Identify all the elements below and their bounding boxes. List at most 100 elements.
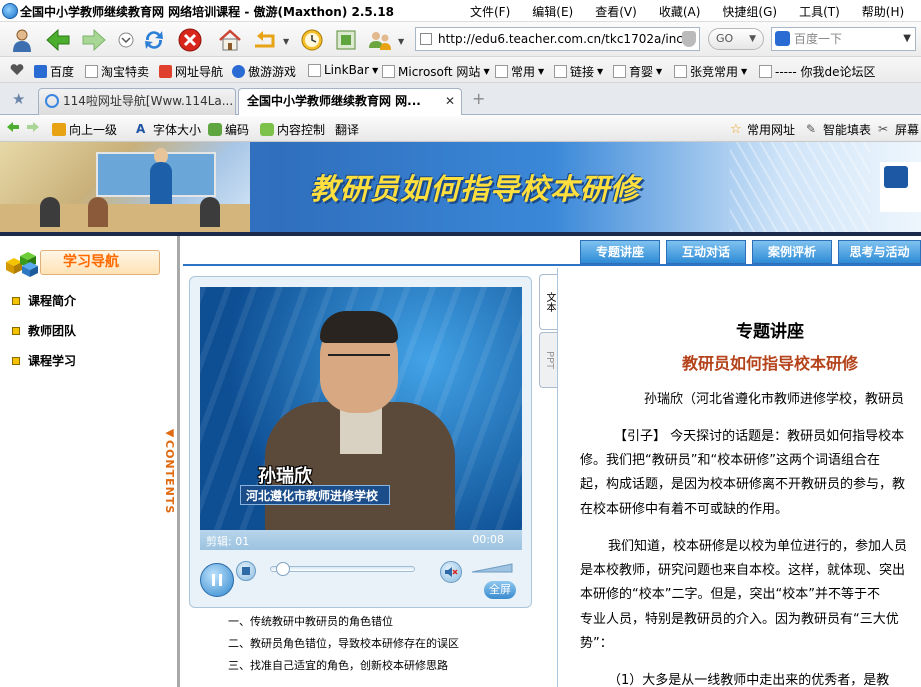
smart-fill-button[interactable]: ✎ 智能填表	[806, 121, 871, 138]
fullscreen-button[interactable]: 全屏	[484, 581, 516, 599]
fav-zhang[interactable]: 张竞常用 ▼	[674, 63, 747, 80]
search-dropdown-icon[interactable]: ▼	[903, 28, 911, 50]
content-control-button[interactable]: 内容控制	[260, 121, 325, 138]
chevron-down-icon: ▼	[741, 67, 748, 76]
nav-course-study[interactable]: 课程学习	[12, 352, 76, 369]
menu-file[interactable]: 文件(F)	[470, 3, 510, 20]
scissors-icon: ✂	[878, 122, 889, 136]
home-icon[interactable]	[216, 26, 244, 54]
tab-reflection[interactable]: 思考与活动	[838, 240, 921, 264]
menu-tools[interactable]: 工具(T)	[799, 3, 840, 20]
nav-header-label: 学习导航	[40, 250, 160, 275]
undo-close-icon[interactable]	[250, 26, 278, 54]
font-size-button[interactable]: A 字体大小	[136, 121, 201, 138]
nav-label: 教师团队	[28, 324, 77, 338]
menu-view[interactable]: 查看(V)	[595, 3, 637, 20]
fav-url-nav[interactable]: 网址导航	[159, 63, 223, 80]
translate-button[interactable]: 翻译	[335, 121, 359, 138]
fav-label: 淘宝特卖	[101, 65, 150, 79]
article-line: 【引子】 今天探讨的话题是：教研员如何指导校本	[614, 429, 905, 444]
mute-button[interactable]	[440, 561, 462, 583]
tab-dialogue[interactable]: 互动对话	[666, 240, 746, 264]
menu-edit[interactable]: 编辑(E)	[532, 3, 573, 20]
page-icon	[759, 65, 772, 78]
folder-up-icon	[52, 123, 66, 136]
fav-forum[interactable]: ----- 你我de论坛区	[759, 63, 875, 80]
fav-linkbar[interactable]: LinkBar ▼	[308, 63, 378, 77]
new-tab-icon[interactable]: +	[472, 89, 485, 108]
up-level-button[interactable]: 向上一级	[52, 121, 117, 138]
chevron-down-icon: ▼	[483, 67, 490, 76]
side-tab-ppt[interactable]: PPT	[539, 332, 559, 388]
fav-taobao[interactable]: 淘宝特卖	[85, 63, 149, 80]
volume-slider[interactable]	[472, 563, 517, 573]
favorites-bar: 百度 淘宝特卖 网址导航 傲游游戏 LinkBar ▼ Microsoft 网站 ▼…	[0, 57, 921, 83]
pause-button[interactable]	[200, 563, 234, 597]
undo-dropdown-icon[interactable]: ▼	[283, 37, 289, 46]
nav-course-intro[interactable]: 课程简介	[12, 292, 76, 309]
close-tab-icon[interactable]: ✕	[445, 89, 455, 113]
star-icon: ☆	[730, 122, 742, 137]
left-navigation: 学习导航 课程简介 教师团队 课程学习 ◀CONTENTS	[0, 236, 180, 687]
back-small-icon[interactable]	[6, 121, 20, 133]
fav-label: 育婴	[629, 65, 654, 79]
refresh-icon[interactable]	[140, 26, 168, 54]
fav-microsoft[interactable]: Microsoft 网站 ▼	[382, 63, 490, 80]
favorites-heart-icon[interactable]	[10, 63, 24, 76]
seek-slider[interactable]	[270, 562, 415, 576]
security-shield-icon[interactable]	[682, 31, 696, 47]
contents-toggle[interactable]: ◀CONTENTS	[160, 426, 176, 526]
users-dropdown-icon[interactable]: ▼	[398, 37, 404, 46]
back-icon[interactable]	[44, 26, 72, 54]
search-input[interactable]: 百度一下 ▼	[771, 27, 916, 51]
fav-label: 常用	[511, 65, 536, 79]
fav-links[interactable]: 链接 ▼	[554, 63, 603, 80]
address-bar[interactable]: http://edu6.teacher.com.cn/tkc1702a/inc	[415, 27, 700, 51]
article-subtitle: 教研员如何指导校本研修	[682, 354, 859, 373]
stop-button[interactable]	[236, 561, 256, 581]
fav-common[interactable]: 常用 ▼	[495, 63, 544, 80]
side-tabs: 文本 PPT	[539, 266, 559, 687]
history-dropdown-icon[interactable]	[112, 26, 140, 54]
seek-knob[interactable]	[275, 562, 290, 576]
screenshot-button[interactable]: ✂ 屏幕	[878, 121, 919, 138]
article-line: 起，构成话题，是因为校本研修离不开教研员的参与，教	[580, 477, 906, 492]
page-icon	[85, 65, 98, 78]
fav-games[interactable]: 傲游游戏	[232, 63, 296, 80]
video-frame[interactable]: 孙瑞欣 河北遵化市教师进修学校	[200, 287, 522, 530]
fav-baby[interactable]: 育婴 ▼	[613, 63, 662, 80]
encoding-button[interactable]: 编码	[208, 121, 249, 138]
tab-case-review[interactable]: 案例评析	[752, 240, 832, 264]
fav-label: LinkBar	[324, 63, 370, 77]
chapter-item-3[interactable]: 三、找准自己适宜的角色，创新校本研修思路	[228, 657, 448, 673]
common-urls-button[interactable]: ☆ 常用网址	[730, 121, 795, 138]
article-line: （1）大多是从一线教师中走出来的优秀者，是教	[608, 673, 890, 687]
menu-help[interactable]: 帮助(H)	[862, 3, 904, 20]
contents-arrow-icon: ◀	[163, 426, 176, 440]
tab-teacher-course[interactable]: 全国中小学教师继续教育网 网... ✕	[238, 88, 462, 115]
menu-favorites[interactable]: 收藏(A)	[659, 3, 701, 20]
fav-label: 链接	[570, 65, 595, 79]
menu-quickgroup[interactable]: 快捷组(G)	[722, 3, 777, 20]
stop-icon[interactable]	[176, 26, 204, 54]
tab-114la[interactable]: 114啦网址导航[Www.114La...	[38, 88, 236, 115]
feed-icon[interactable]	[332, 26, 360, 54]
page-icon	[613, 65, 626, 78]
page-icon	[554, 65, 567, 78]
tab-lecture[interactable]: 专题讲座	[580, 240, 660, 264]
loading-icon	[45, 94, 59, 108]
chapter-item-2[interactable]: 二、教研员角色错位，导致校本研修存在的误区	[228, 635, 459, 651]
chapter-item-1[interactable]: 一、传统教研中教研员的角色错位	[228, 613, 393, 629]
fav-baidu[interactable]: 百度	[34, 63, 74, 80]
side-tab-text[interactable]: 文本	[539, 274, 559, 330]
forward-icon[interactable]	[80, 26, 108, 54]
user-icon[interactable]	[8, 26, 36, 54]
forward-small-icon[interactable]	[26, 121, 40, 133]
go-button[interactable]: GO ▼	[708, 28, 764, 50]
content-control-icon	[260, 123, 274, 136]
nav-teacher-team[interactable]: 教师团队	[12, 322, 76, 339]
clock-icon[interactable]	[298, 26, 326, 54]
star-icon[interactable]: ★	[12, 90, 25, 108]
users-icon[interactable]	[366, 26, 394, 54]
article-line: 势”：	[580, 636, 613, 651]
